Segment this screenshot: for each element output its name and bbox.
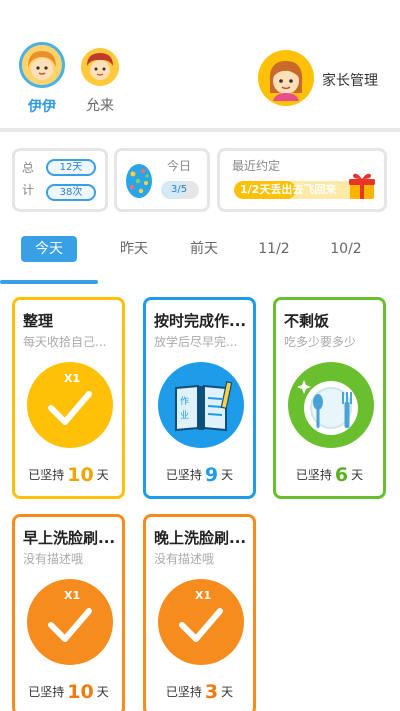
today-stats-card: 今日 3/5 xyxy=(114,148,210,212)
check-icon[interactable]: X1 xyxy=(27,362,113,448)
tab-today[interactable]: 今天 xyxy=(21,236,77,262)
today-ratio: 3/5 xyxy=(171,184,188,195)
streak-footer: 已坚持 10 天 xyxy=(15,464,122,486)
streak-prefix: 已坚持 xyxy=(165,468,202,482)
habit-description: 吃多少要多少 xyxy=(284,335,357,349)
header-divider xyxy=(0,128,400,132)
habit-description: 每天收拾自己... xyxy=(23,335,107,349)
habit-description: 放学后尽早完... xyxy=(154,335,238,349)
svg-text:业: 业 xyxy=(180,410,189,421)
check-icon[interactable]: X1 xyxy=(158,579,244,665)
habit-title: 早上洗脸刷... xyxy=(23,529,116,547)
streak-suffix: 天 xyxy=(221,685,234,699)
check-icon[interactable]: X1 xyxy=(27,579,113,665)
habit-card-tidy[interactable]: 整理 每天收拾自己... X1 已坚持 10 天 xyxy=(12,297,125,499)
streak-prefix: 已坚持 xyxy=(295,468,332,482)
habit-card-homework[interactable]: 按时完成作... 放学后尽早完... 作 业 已坚持 9 天 xyxy=(143,297,256,499)
total-label: 总计 xyxy=(22,161,35,197)
streak-prefix: 已坚持 xyxy=(165,685,202,699)
boy-avatar-icon xyxy=(81,48,119,86)
profile-header: 伊伊 允来 家长管理 xyxy=(0,0,400,128)
streak-days: 10 xyxy=(67,464,94,486)
homework-book-icon[interactable]: 作 业 xyxy=(158,362,244,448)
streak-days: 3 xyxy=(204,681,219,703)
streak-prefix: 已坚持 xyxy=(28,685,65,699)
agreement-progress-bar: 1/2天丢出去飞回来 xyxy=(234,181,358,199)
parent-management-button[interactable]: 家长管理 xyxy=(258,50,388,108)
streak-suffix: 天 xyxy=(96,468,109,482)
kid-name: 伊伊 xyxy=(28,99,56,115)
streak-suffix: 天 xyxy=(221,468,234,482)
streak-prefix: 已坚持 xyxy=(28,468,65,482)
habit-description: 没有描述哦 xyxy=(154,552,215,566)
parent-avatar-icon xyxy=(258,50,314,106)
kid-name: 允来 xyxy=(86,98,114,114)
tab-10-2[interactable]: 10/2 xyxy=(322,236,370,262)
total-times-badge: 38次 xyxy=(46,184,96,201)
habit-description: 没有描述哦 xyxy=(23,552,84,566)
gift-icon xyxy=(347,171,377,201)
streak-days: 6 xyxy=(334,464,349,486)
kid-tab-yunlai[interactable]: 允来 xyxy=(70,42,130,115)
habit-title: 整理 xyxy=(23,312,54,330)
total-days-badge: 12天 xyxy=(46,159,96,176)
streak-footer: 已坚持 6 天 xyxy=(276,464,383,486)
habit-title: 按时完成作... xyxy=(154,312,247,330)
streak-footer: 已坚持 10 天 xyxy=(15,681,122,703)
plate-cutlery-icon[interactable] xyxy=(288,362,374,448)
agreement-text: 1/2天丢出去飞回来 xyxy=(240,183,337,196)
streak-footer: 已坚持 9 天 xyxy=(146,464,253,486)
streak-footer: 已坚持 3 天 xyxy=(146,681,253,703)
recent-agreement-title: 最近约定 xyxy=(232,159,281,173)
habit-card-evening-wash[interactable]: 晚上洗脸刷... 没有描述哦 X1 已坚持 3 天 xyxy=(143,514,256,711)
streak-suffix: 天 xyxy=(351,468,364,482)
egg-icon xyxy=(124,159,154,199)
habit-card-no-leftovers[interactable]: 不剩饭 吃多少要多少 已坚持 6 天 xyxy=(273,297,386,499)
today-label: 今日 xyxy=(167,159,192,173)
today-progress-bar: 3/5 xyxy=(161,181,199,199)
date-tabs: 今天 昨天 前天 11/2 10/2 xyxy=(0,232,400,284)
tab-day-before[interactable]: 前天 xyxy=(180,236,228,262)
habit-card-morning-wash[interactable]: 早上洗脸刷... 没有描述哦 X1 已坚持 10 天 xyxy=(12,514,125,711)
tab-11-2[interactable]: 11/2 xyxy=(250,236,298,262)
recent-agreement-card[interactable]: 最近约定 1/2天丢出去飞回来 xyxy=(217,148,387,212)
habit-title: 晚上洗脸刷... xyxy=(154,529,247,547)
total-stats-card: 总计 12天 38次 xyxy=(12,148,108,212)
habit-title: 不剩饭 xyxy=(284,312,330,330)
active-tab-indicator xyxy=(0,280,98,284)
kid-tab-yiyi[interactable]: 伊伊 xyxy=(12,42,72,116)
streak-days: 10 xyxy=(67,681,94,703)
streak-days: 9 xyxy=(204,464,219,486)
svg-text:作: 作 xyxy=(180,395,189,407)
tab-yesterday[interactable]: 昨天 xyxy=(110,236,158,262)
parent-management-label: 家长管理 xyxy=(322,73,378,89)
girl-avatar-icon xyxy=(19,42,65,88)
streak-suffix: 天 xyxy=(96,685,109,699)
